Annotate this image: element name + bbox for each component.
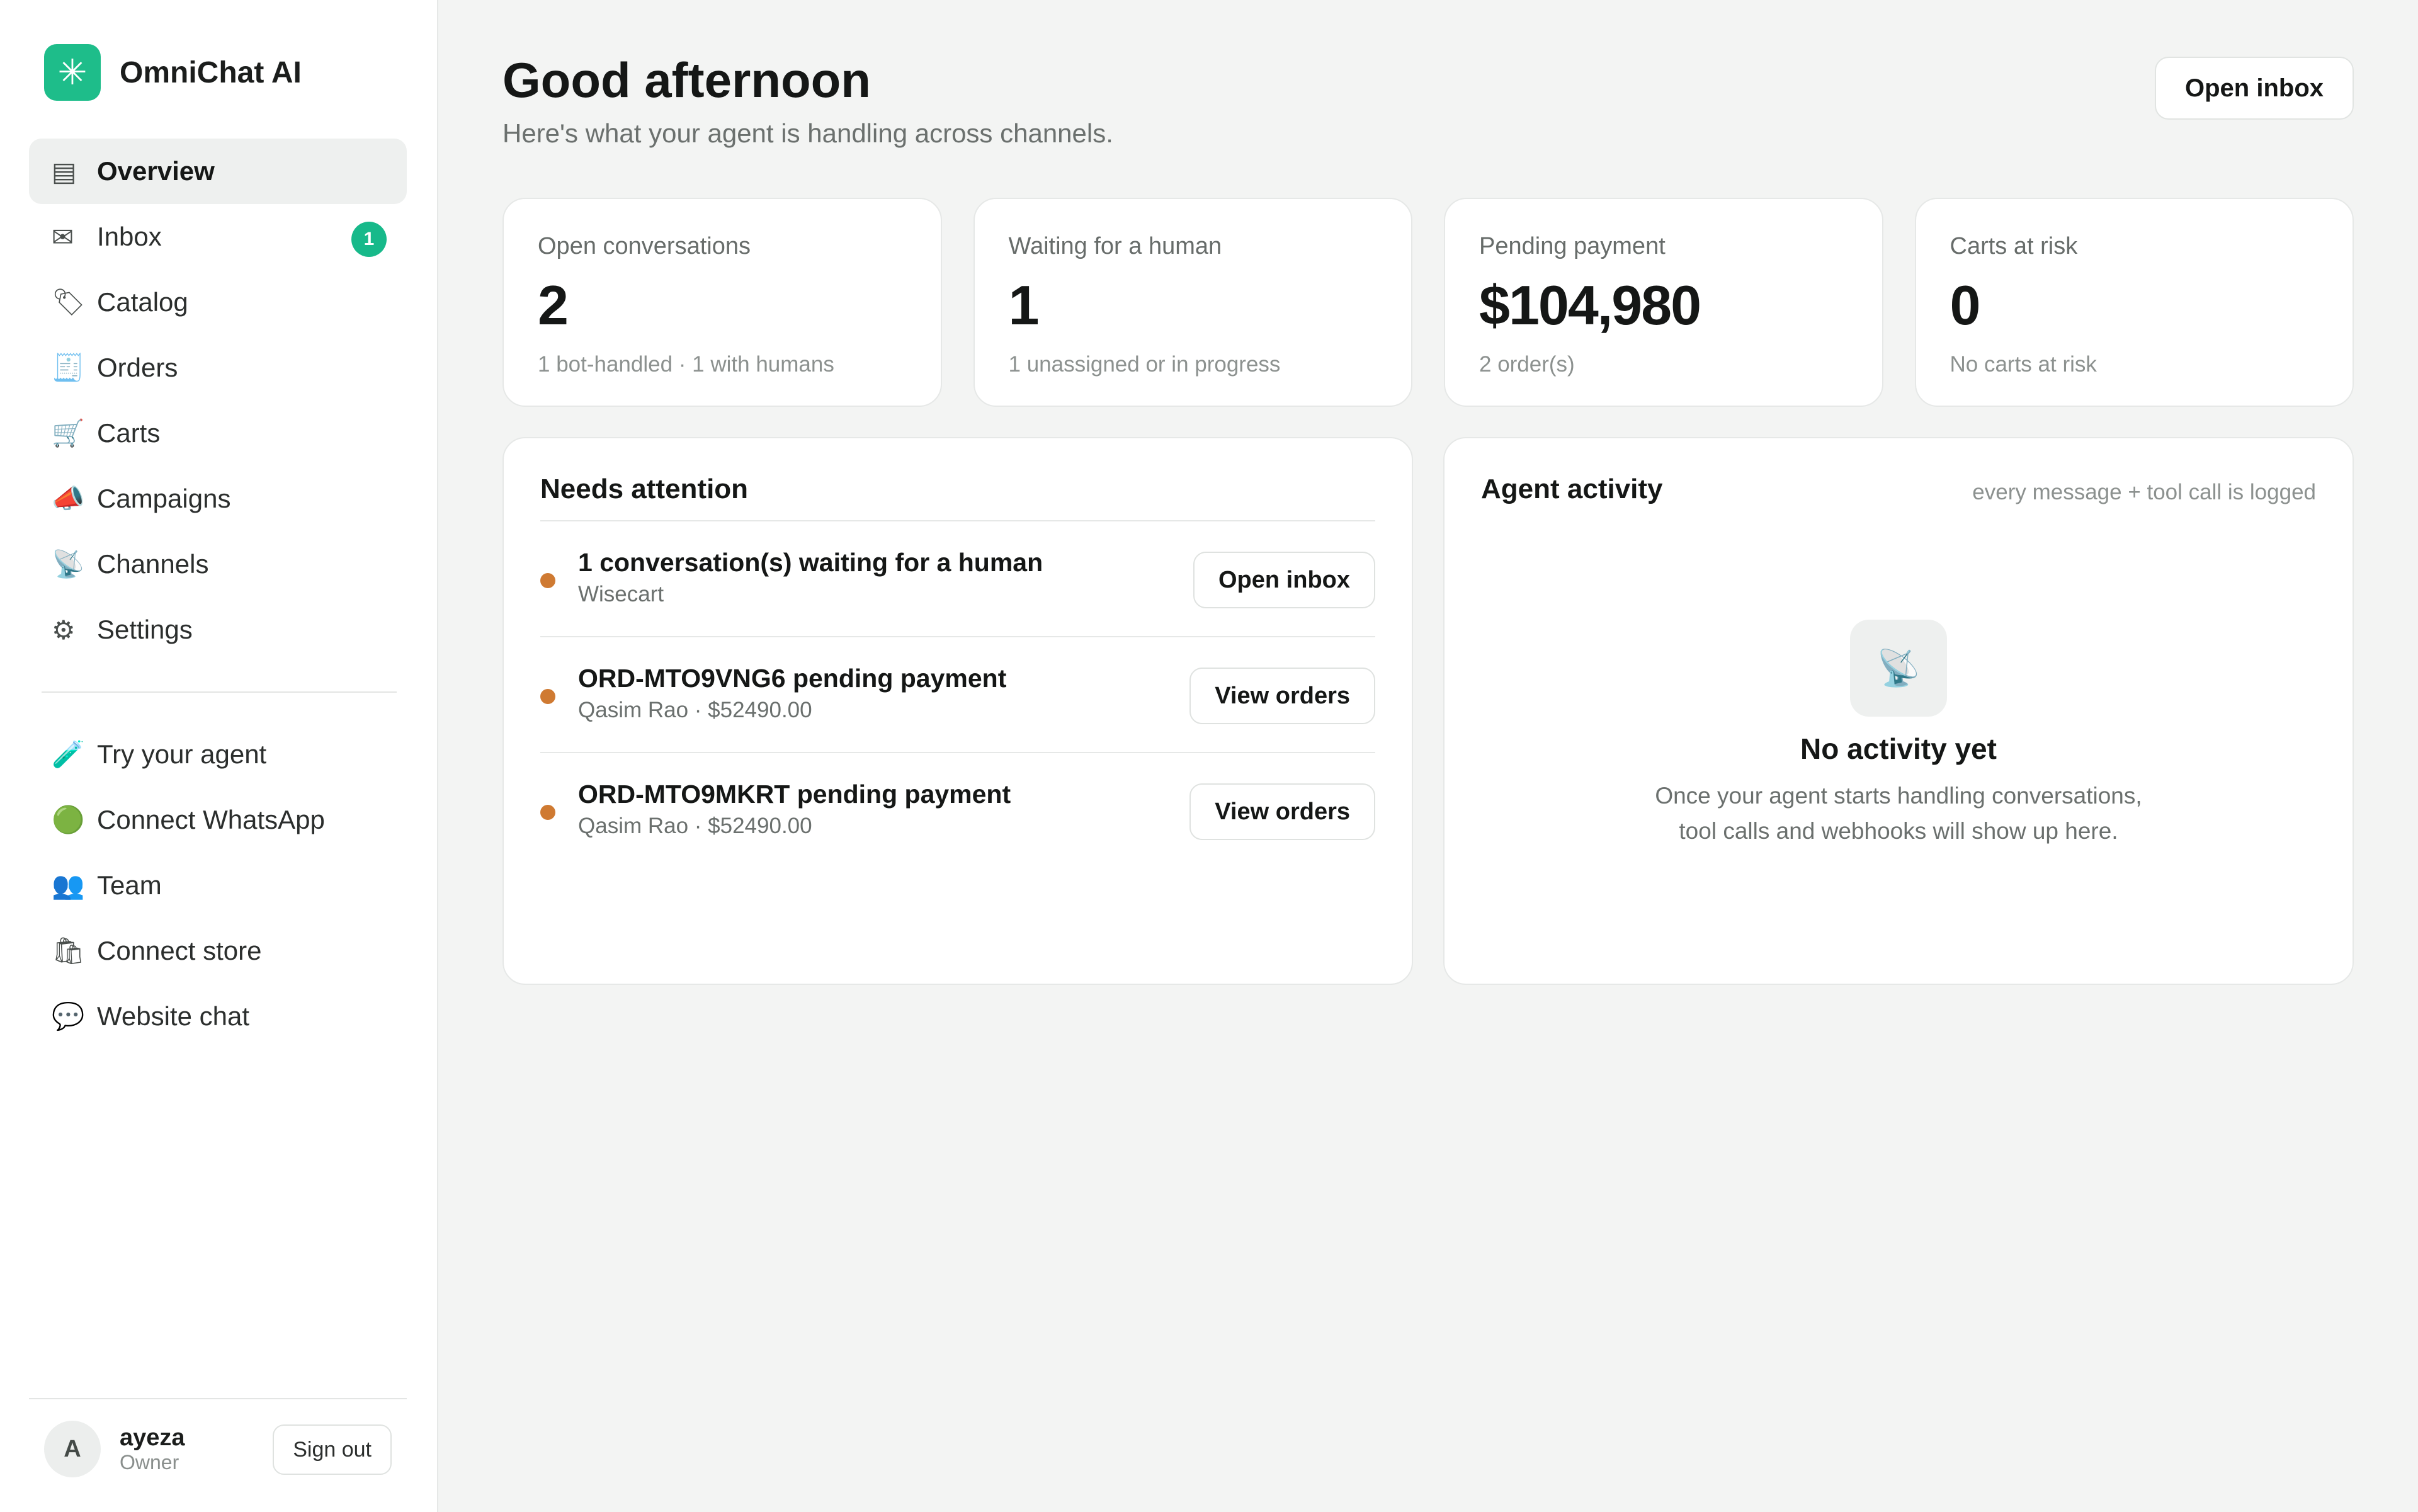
panel-note: every message + tool call is logged [1972,480,2316,504]
sidebar-item-catalog[interactable]: 🏷 Catalog [29,270,407,335]
stat-label: Waiting for a human [1008,233,1222,259]
page-subtitle: Here's what your agent is handling acros… [502,118,1113,148]
user-bar: A ayeza Owner Sign out [29,1398,407,1499]
sidebar-item-channels[interactable]: 📡 Channels [29,531,407,597]
attention-list: 1 conversation(s) waiting for a human Wi… [540,520,1375,869]
gear-icon: ⚙ [52,614,76,645]
needs-attention-panel: Needs attention 1 conversation(s) waitin… [502,437,1413,985]
sidebar-item-label: Carts [97,418,161,448]
megaphone-icon: 📣 [52,483,85,514]
speech-bubble-icon: 💬 [52,1001,85,1032]
cart-icon: 🛒 [52,418,85,448]
receipt-icon: 🧾 [52,352,85,383]
status-dot [540,805,555,820]
sidebar-item-team[interactable]: 👥 Team [29,853,407,918]
stat-label: Pending payment [1479,233,1666,259]
view-orders-button[interactable]: View orders [1189,783,1375,840]
inbox-count-badge: 1 [351,222,387,257]
stat-sub: 1 bot-handled · 1 with humans [538,352,834,377]
sidebar-item-overview[interactable]: ▤ Overview [29,139,407,204]
satellite-antenna-icon: 📡 [1850,620,1947,717]
envelope-icon: ✉ [52,221,74,253]
people-icon: 👥 [52,870,85,901]
sidebar-item-label: Orders [97,353,178,382]
sidebar-item-campaigns[interactable]: 📣 Campaigns [29,466,407,531]
user-meta: ayeza Owner [120,1424,185,1474]
asterisk-logo-icon: ✳ [44,44,101,101]
sidebar-item-label: Settings [97,615,193,644]
item-subtitle: Qasim Rao · $52490.00 [578,814,812,838]
item-title: 1 conversation(s) waiting for a human [578,548,1043,577]
sidebar-item-settings[interactable]: ⚙ Settings [29,597,407,662]
stat-value: 0 [1950,274,1981,336]
sidebar-item-carts[interactable]: 🛒 Carts [29,401,407,466]
stat-sub: No carts at risk [1950,352,2097,377]
stat-sub: 2 order(s) [1479,352,1575,377]
secondary-nav: 🧪 Try your agent 🟢 Connect WhatsApp 👥 Te… [29,722,407,1049]
sidebar-item-label: Team [97,870,162,900]
sidebar-item-website-chat[interactable]: 💬 Website chat [29,984,407,1049]
empty-state-title: No activity yet [1800,732,1997,765]
sidebar-item-label: Channels [97,549,209,579]
sidebar-item-label: Website chat [97,1001,250,1031]
open-inbox-button[interactable]: Open inbox [1193,552,1375,608]
primary-nav: ▤ Overview ✉ Inbox 1 🏷 Catalog 🧾 Orders … [29,139,407,662]
satellite-antenna-icon: 📡 [52,549,85,579]
user-name: ayeza [120,1424,185,1451]
user-role: Owner [120,1451,179,1474]
sidebar-item-label: Connect WhatsApp [97,805,325,834]
tag-icon: 🏷 [52,287,86,317]
stat-label: Open conversations [538,233,751,259]
sidebar-divider [42,691,397,693]
sidebar-item-inbox[interactable]: ✉ Inbox 1 [29,204,407,270]
sign-out-button[interactable]: Sign out [273,1424,392,1475]
sidebar-item-label: Campaigns [97,484,231,513]
stat-value: 1 [1008,274,1040,336]
item-subtitle: Qasim Rao · $52490.00 [578,698,812,722]
page-title: Good afternoon [502,52,871,108]
empty-state-text: Once your agent starts handling conversa… [1655,783,2142,844]
item-title: ORD-MTO9VNG6 pending payment [578,664,1007,693]
stat-value: $104,980 [1479,274,1701,336]
list-item: ORD-MTO9VNG6 pending payment Qasim Rao ·… [540,637,1375,753]
sidebar-item-connect-store[interactable]: 🛍 Connect store [29,918,407,984]
empty-state: 📡 No activity yet Once your agent starts… [1445,620,2353,849]
status-dot [540,573,555,588]
green-circle-icon: 🟢 [52,804,85,835]
stat-card-pending-payment: Pending payment $104,980 2 order(s) [1444,198,1883,407]
overview-icon: ▤ [52,156,77,187]
sidebar-item-connect-whatsapp[interactable]: 🟢 Connect WhatsApp [29,787,407,853]
sidebar-item-try-agent[interactable]: 🧪 Try your agent [29,722,407,787]
item-title: ORD-MTO9MKRT pending payment [578,780,1011,809]
brand-name: OmniChat AI [120,55,302,89]
shopping-bags-icon: 🛍 [52,935,86,966]
stat-sub: 1 unassigned or in progress [1008,352,1281,377]
list-item: ORD-MTO9MKRT pending payment Qasim Rao ·… [540,753,1375,869]
stat-label: Carts at risk [1950,233,2078,259]
stat-card-carts-at-risk: Carts at risk 0 No carts at risk [1914,198,2354,407]
brand[interactable]: ✳ OmniChat AI [44,44,302,101]
sidebar-item-label: Try your agent [97,739,267,769]
sidebar-item-label: Overview [97,156,215,186]
list-item: 1 conversation(s) waiting for a human Wi… [540,521,1375,637]
avatar[interactable]: A [44,1421,101,1477]
panel-title: Agent activity [1481,474,1663,504]
stat-card-waiting-for-human: Waiting for a human 1 1 unassigned or in… [973,198,1412,407]
agent-activity-panel: Agent activity every message + tool call… [1443,437,2354,985]
item-subtitle: Wisecart [578,582,664,606]
test-tube-icon: 🧪 [52,739,85,770]
sidebar-item-orders[interactable]: 🧾 Orders [29,335,407,401]
stats-row: Open conversations 2 1 bot-handled · 1 w… [502,198,2354,407]
open-inbox-button[interactable]: Open inbox [2155,57,2354,120]
sidebar-item-label: Catalog [97,287,188,317]
sidebar-item-label: Inbox [97,222,162,251]
main-content: Good afternoon Here's what your agent is… [438,0,2418,1512]
stat-value: 2 [538,274,569,336]
sidebar: ✳ OmniChat AI ▤ Overview ✉ Inbox 1 🏷 Cat… [0,0,438,1512]
stat-card-open-conversations: Open conversations 2 1 bot-handled · 1 w… [502,198,942,407]
status-dot [540,689,555,704]
view-orders-button[interactable]: View orders [1189,668,1375,724]
sidebar-item-label: Connect store [97,936,262,965]
panel-title: Needs attention [540,474,749,504]
